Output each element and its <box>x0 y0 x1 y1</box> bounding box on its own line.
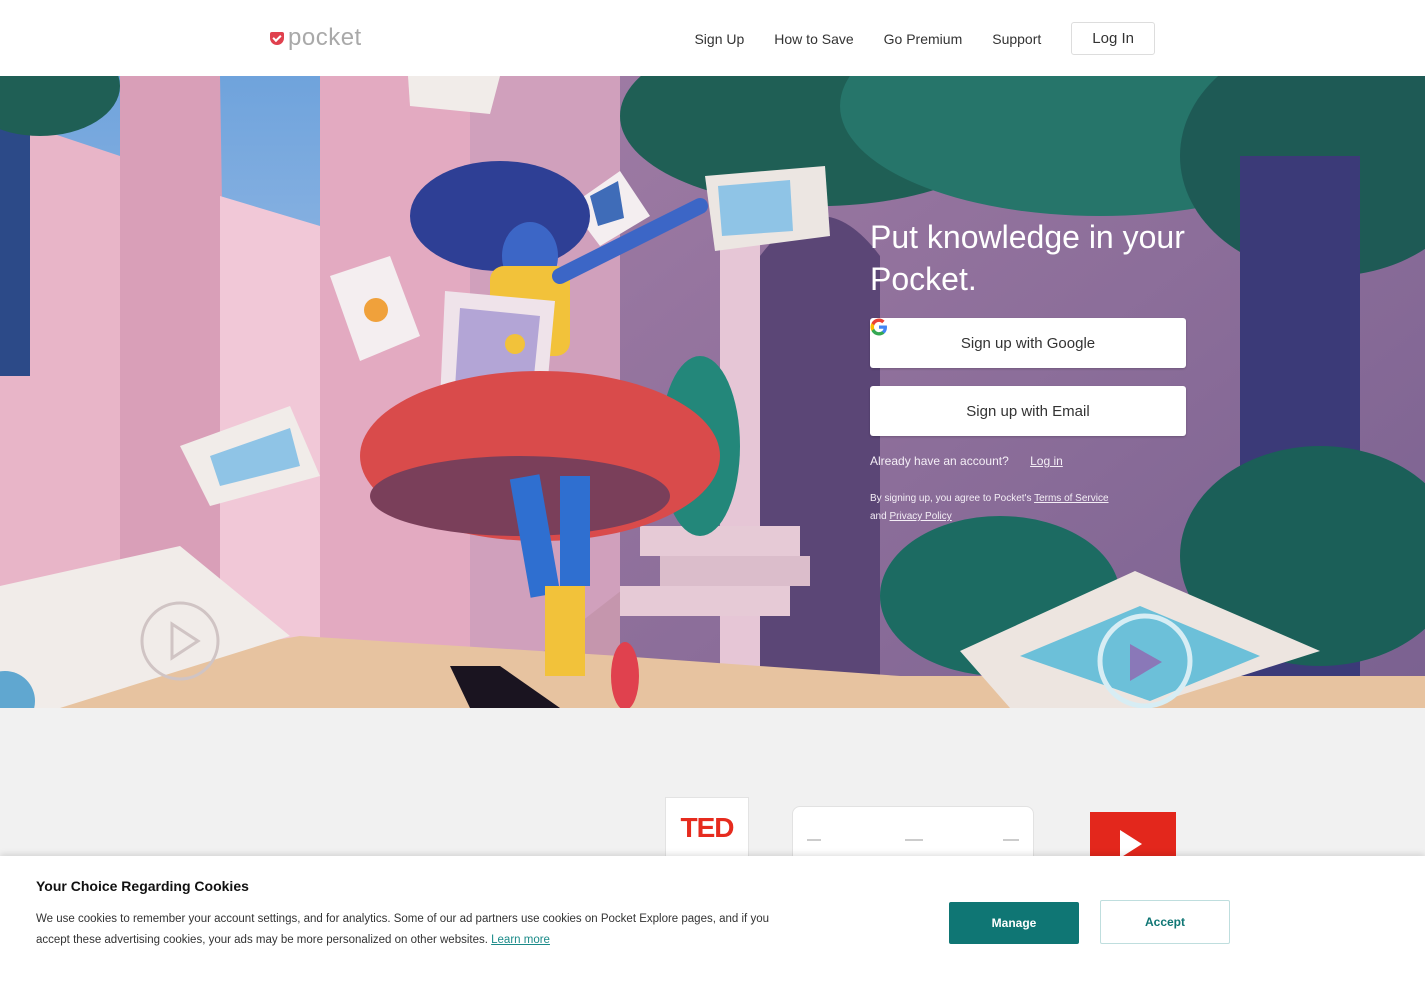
hero-section: Put knowledge in your Pocket. Sign up wi… <box>0 76 1425 708</box>
accept-cookies-button[interactable]: Accept <box>1100 900 1230 944</box>
hero-headline: Put knowledge in your Pocket. <box>870 219 1185 297</box>
ted-logo: TED <box>665 797 749 859</box>
already-account-line: Already have an account? Log in <box>870 454 1190 468</box>
login-button[interactable]: Log In <box>1071 22 1155 55</box>
privacy-link[interactable]: Privacy Policy <box>889 511 951 522</box>
email-signup-button[interactable]: Sign up with Email <box>870 386 1186 436</box>
google-g-icon <box>870 318 887 336</box>
terms-link[interactable]: Terms of Service <box>1034 493 1108 504</box>
already-account-text: Already have an account? <box>870 454 1009 468</box>
nav-sign-up[interactable]: Sign Up <box>694 31 744 47</box>
google-signup-label: Sign up with Google <box>960 334 1096 352</box>
legal-prefix: By signing up, you agree to Pocket's <box>870 493 1032 504</box>
pocket-logo-icon <box>270 31 284 45</box>
main-nav: Sign Up How to Save Go Premium Support L… <box>694 22 1155 55</box>
signup-panel: Put knowledge in your Pocket. Sign up wi… <box>870 216 1190 526</box>
nav-go-premium[interactable]: Go Premium <box>884 31 963 47</box>
learn-more-link[interactable]: Learn more <box>491 934 550 946</box>
top-navigation-bar: pocket Sign Up How to Save Go Premium Su… <box>0 0 1425 76</box>
legal-text: By signing up, you agree to Pocket's Ter… <box>870 490 1180 526</box>
nav-support[interactable]: Support <box>992 31 1041 47</box>
hero-illustration <box>0 76 1425 708</box>
cookie-body-text: We use cookies to remember your account … <box>36 913 769 946</box>
pocket-logo[interactable]: pocket <box>270 24 362 52</box>
legal-and: and <box>870 511 887 522</box>
nav-how-to-save[interactable]: How to Save <box>774 31 853 47</box>
hero-login-link[interactable]: Log in <box>1030 454 1063 468</box>
google-signup-button[interactable]: Sign up with Google <box>870 318 1186 368</box>
logo-text: pocket <box>288 24 362 51</box>
email-signup-label: Sign up with Email <box>966 402 1090 420</box>
cookie-title: Your Choice Regarding Cookies <box>36 878 249 894</box>
play-icon <box>1090 812 1176 860</box>
manage-cookies-button[interactable]: Manage <box>949 902 1079 944</box>
cookie-body: We use cookies to remember your account … <box>36 909 796 951</box>
